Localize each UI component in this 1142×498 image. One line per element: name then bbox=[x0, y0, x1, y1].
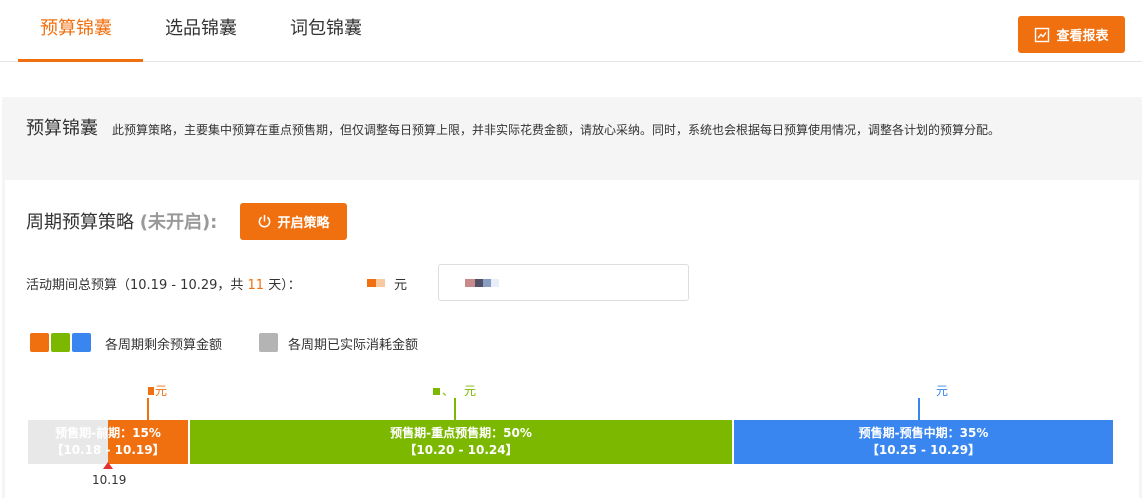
panel-title: 预算锦囊 bbox=[26, 118, 98, 139]
strategy-tabs: 预算锦囊 选品锦囊 词包锦囊 bbox=[0, 0, 1142, 62]
period2-annotation-sep: 、 bbox=[442, 384, 455, 398]
period2-name: 预售期-重点预售期：50% bbox=[390, 426, 532, 440]
period3-annotation-unit: 元 bbox=[936, 384, 949, 398]
budget-label-prefix: 活动期间总预算（10.19 - 10.29，共 bbox=[26, 278, 248, 293]
masked-input-value bbox=[465, 279, 501, 287]
legend-swatch-orange bbox=[30, 333, 49, 352]
tab-keyword-package[interactable]: 词包锦囊 bbox=[290, 14, 362, 40]
legend-swatch-blue bbox=[72, 333, 91, 352]
period2-pointer bbox=[454, 398, 456, 420]
masked-amount bbox=[433, 388, 440, 395]
current-date-label: 10.19 bbox=[92, 473, 127, 487]
period2-range: 【10.20 - 10.24】 bbox=[404, 443, 518, 457]
current-date-marker bbox=[103, 462, 113, 469]
period2-annotation-unit: 元 bbox=[464, 384, 477, 398]
period1-pointer bbox=[147, 398, 149, 420]
legend-remaining-label: 各周期剩余预算金额 bbox=[105, 338, 223, 353]
period1-range: 【10.18 - 10.19】 bbox=[51, 443, 165, 457]
period-timeline: 元 、元 元 预售期-前期：15% 【10.18 - 10.19】 预售期-重点… bbox=[0, 370, 1142, 498]
masked-budget-amount bbox=[367, 279, 385, 287]
masked-amount bbox=[148, 387, 154, 395]
period2-bar: 预售期-重点预售期：50% 【10.20 - 10.24】 bbox=[190, 420, 732, 464]
period3-annotation: 元 bbox=[936, 382, 948, 399]
period3-name: 预售期-预售中期：35% bbox=[858, 426, 989, 440]
enable-strategy-button[interactable]: 开启策略 bbox=[240, 203, 347, 240]
active-tab-indicator bbox=[18, 59, 143, 62]
panel-header: 预算锦囊 此预算策略，主要集中预算在重点预售期，但仅调整每日预算上限，并非实际花费… bbox=[26, 120, 1126, 139]
chart-report-icon bbox=[1035, 27, 1050, 42]
enable-strategy-label: 开启策略 bbox=[277, 216, 330, 231]
period3-bar: 预售期-预售中期：35% 【10.25 - 10.29】 bbox=[734, 420, 1113, 464]
period1-name: 预售期-前期：15% bbox=[55, 426, 161, 440]
period3-pointer bbox=[918, 398, 920, 420]
legend-swatch-gray bbox=[259, 333, 278, 352]
power-icon bbox=[259, 214, 271, 228]
period3-range: 【10.25 - 10.29】 bbox=[866, 443, 981, 457]
strategy-title: 周期预算策略 (未开启): bbox=[26, 208, 217, 234]
strategy-title-text: 周期预算策略 bbox=[26, 212, 134, 233]
budget-days: 11 bbox=[247, 278, 265, 293]
budget-label-suffix: 天）： bbox=[264, 278, 301, 293]
period1-bar-label: 预售期-前期：15% 【10.18 - 10.19】 bbox=[28, 420, 188, 464]
tab-budget[interactable]: 预算锦囊 bbox=[40, 14, 112, 40]
total-budget-label: 活动期间总预算（10.19 - 10.29，共 11 天）： bbox=[26, 274, 301, 293]
period1-annotation: 元 bbox=[148, 382, 167, 399]
budget-unit: 元 bbox=[394, 278, 408, 293]
panel-description: 此预算策略，主要集中预算在重点预售期，但仅调整每日预算上限，并非实际花费金额，请… bbox=[112, 123, 1001, 137]
period2-annotation: 、元 bbox=[433, 382, 476, 399]
view-report-label: 查看报表 bbox=[1056, 29, 1109, 44]
legend-swatch-green bbox=[51, 333, 70, 352]
strategy-status: (未开启): bbox=[139, 212, 218, 233]
legend-spent-label: 各周期已实际消耗金额 bbox=[288, 338, 419, 353]
tab-product-selection[interactable]: 选品锦囊 bbox=[165, 14, 237, 40]
budget-input[interactable] bbox=[438, 264, 689, 301]
period1-annotation-unit: 元 bbox=[155, 384, 168, 398]
view-report-button[interactable]: 查看报表 bbox=[1018, 16, 1125, 53]
